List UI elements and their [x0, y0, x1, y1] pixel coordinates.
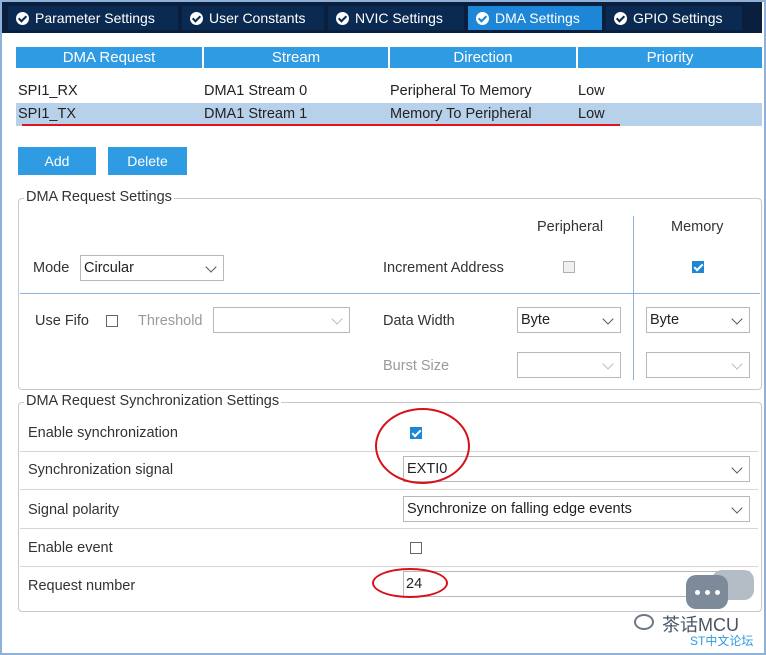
enable-sync-label: Enable synchronization — [28, 425, 178, 441]
chevron-down-icon — [731, 313, 743, 325]
data-width-label: Data Width — [383, 313, 455, 329]
tab-parameter-settings[interactable]: Parameter Settings — [8, 6, 178, 30]
table-row-selected[interactable] — [16, 103, 762, 126]
use-fifo-label: Use Fifo — [35, 313, 89, 329]
enable-event-checkbox[interactable] — [410, 542, 422, 554]
sync-signal-label: Synchronization signal — [28, 462, 174, 478]
chat-bubble-icon — [686, 575, 728, 609]
tab-nvic-settings[interactable]: NVIC Settings — [328, 6, 464, 30]
column-header-direction[interactable]: Direction — [390, 47, 576, 68]
watermark-subtitle: ST中文论坛 — [690, 634, 754, 648]
tab-dma-settings[interactable]: DMA Settings — [468, 6, 602, 30]
tab-gpio-settings[interactable]: GPIO Settings — [606, 6, 742, 30]
column-divider — [633, 216, 634, 380]
cell-request: SPI1_TX — [18, 106, 77, 122]
threshold-label: Threshold — [138, 313, 203, 329]
data-width-memory-select[interactable]: Byte — [646, 307, 750, 333]
increment-address-label: Increment Address — [383, 260, 504, 276]
delete-button[interactable]: Delete — [108, 147, 187, 175]
burst-size-label: Burst Size — [383, 358, 450, 374]
chevron-down-icon — [331, 313, 343, 325]
increment-peripheral-checkbox[interactable] — [563, 261, 575, 273]
divider — [20, 489, 758, 490]
mode-select[interactable]: Circular — [80, 255, 224, 281]
annotation-circle — [372, 568, 448, 598]
request-number-label: Request number — [28, 578, 136, 594]
burst-size-peripheral-select[interactable] — [517, 352, 621, 378]
use-fifo-checkbox[interactable] — [106, 315, 118, 327]
chevron-down-icon — [205, 261, 217, 273]
cell-priority: Low — [578, 106, 605, 122]
cell-stream: DMA1 Stream 0 — [204, 83, 308, 99]
divider — [20, 566, 758, 567]
tab-user-constants[interactable]: User Constants — [182, 6, 324, 30]
increment-memory-checkbox[interactable] — [692, 261, 704, 273]
chevron-down-icon — [602, 313, 614, 325]
chevron-down-icon — [731, 358, 743, 370]
cell-direction: Peripheral To Memory — [390, 83, 532, 99]
cell-direction: Memory To Peripheral — [390, 106, 532, 122]
row-divider — [20, 293, 760, 294]
signal-polarity-label: Signal polarity — [28, 502, 120, 518]
cell-request: SPI1_RX — [18, 83, 78, 99]
column-header-dma-request[interactable]: DMA Request — [16, 47, 202, 68]
threshold-select[interactable] — [213, 307, 350, 333]
chevron-down-icon — [731, 462, 743, 474]
mode-label: Mode — [33, 260, 70, 276]
divider — [20, 528, 758, 529]
check-circle-icon — [476, 12, 489, 25]
check-circle-icon — [190, 12, 203, 25]
chevron-down-icon — [731, 502, 743, 514]
column-header-priority[interactable]: Priority — [578, 47, 762, 68]
check-circle-icon — [614, 12, 627, 25]
group-title: DMA Request Synchronization Settings — [24, 393, 282, 409]
annotation-circle — [375, 408, 470, 484]
chevron-down-icon — [602, 358, 614, 370]
data-width-peripheral-select[interactable]: Byte — [517, 307, 621, 333]
group-title: DMA Request Settings — [24, 189, 174, 205]
cell-stream: DMA1 Stream 1 — [204, 106, 308, 122]
check-circle-icon — [336, 12, 349, 25]
check-circle-icon — [16, 12, 29, 25]
tab-bar: Parameter Settings User Constants NVIC S… — [2, 2, 762, 33]
cell-priority: Low — [578, 83, 605, 99]
column-header-stream[interactable]: Stream — [204, 47, 388, 68]
peripheral-header: Peripheral — [537, 219, 604, 235]
burst-size-memory-select[interactable] — [646, 352, 750, 378]
add-button[interactable]: Add — [18, 147, 96, 175]
signal-polarity-select[interactable]: Synchronize on falling edge events — [403, 496, 750, 522]
enable-event-label: Enable event — [28, 540, 113, 556]
wechat-icon — [634, 614, 654, 630]
memory-header: Memory — [671, 219, 724, 235]
annotation-underline — [22, 124, 620, 126]
